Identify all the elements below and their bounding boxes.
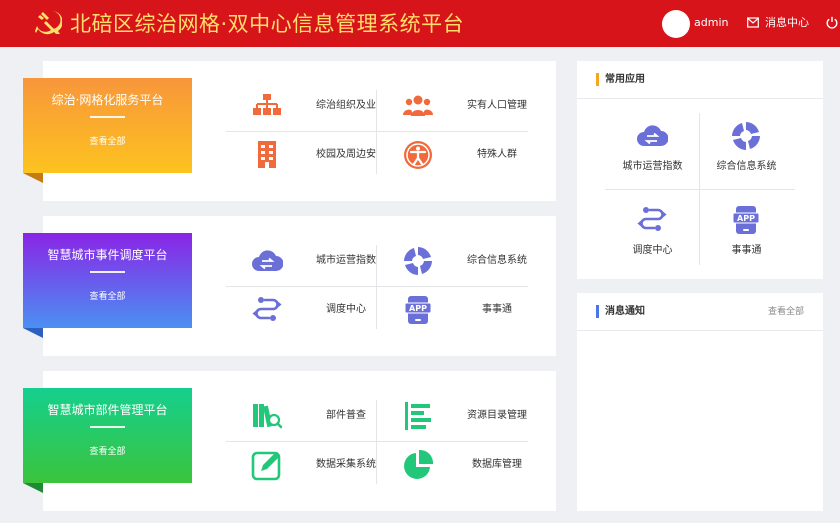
tile-label: 特殊人群 — [477, 149, 517, 160]
ring-segments-icon — [732, 122, 760, 150]
cloud-exchange-icon — [636, 124, 668, 147]
app-dispatch-center[interactable]: 调度中心 — [605, 198, 700, 270]
platform-banner-dispatch[interactable]: 智慧城市事件调度平台 查看全部 — [23, 233, 192, 338]
message-center-link[interactable]: 消息中心 — [765, 15, 809, 31]
common-apps-card: 常用应用 城市运营指数 综合信息系统 调度中心 事事通 — [577, 61, 823, 279]
tile-org[interactable]: 综治组织及业 — [251, 86, 401, 126]
card-header: 消息通知 查看全部 — [577, 293, 823, 331]
tile-label: 事事通 — [482, 304, 512, 315]
view-all-link[interactable]: 查看全部 — [23, 136, 192, 148]
mail-icon[interactable] — [747, 17, 759, 28]
app-info-system[interactable]: 综合信息系统 — [699, 114, 794, 186]
ribbon-fold — [23, 328, 43, 338]
person-circle-icon — [402, 139, 434, 171]
party-emblem-icon — [35, 10, 62, 35]
tile-label: 实有人口管理 — [467, 100, 527, 111]
platform-title: 综治·网格化服务平台 — [51, 93, 164, 107]
tile-label: 校园及周边安 — [316, 149, 376, 160]
tile-city-index[interactable]: 城市运营指数 — [251, 241, 401, 281]
top-header: 北碚区综治网格·双中心信息管理系统平台 admin 消息中心 — [0, 0, 840, 47]
app-label: 事事通 — [731, 245, 762, 256]
tile-info-system[interactable]: 综合信息系统 — [402, 241, 552, 281]
tile-label: 部件普查 — [326, 410, 366, 421]
app-label: 综合信息系统 — [716, 161, 777, 172]
tile-dispatch-center[interactable]: 调度中心 — [251, 290, 401, 330]
tile-label: 资源目录管理 — [467, 410, 527, 421]
ring-segments-icon — [404, 247, 432, 275]
ribbon-fold — [23, 483, 43, 493]
divider — [90, 271, 125, 273]
tile-parts-census[interactable]: 部件普查 — [251, 396, 401, 436]
platform-banner-grid[interactable]: 综治·网格化服务平台 查看全部 — [23, 78, 192, 183]
app-label: 城市运营指数 — [622, 161, 683, 172]
platform-title: 智慧城市事件调度平台 — [47, 248, 168, 262]
tile-label: 综合信息系统 — [467, 255, 527, 266]
app-label: 调度中心 — [632, 245, 673, 256]
tile-label: 数据库管理 — [472, 459, 522, 470]
divider — [226, 441, 528, 442]
tile-resource-catalog[interactable]: 资源目录管理 — [402, 396, 552, 436]
user-name[interactable]: admin — [694, 15, 728, 31]
app-title: 北碚区综治网格·双中心信息管理系统平台 — [70, 12, 465, 36]
notices-card: 消息通知 查看全部 — [577, 293, 823, 511]
divider — [90, 116, 125, 118]
divider — [226, 286, 528, 287]
tile-special-groups[interactable]: 特殊人群 — [402, 135, 552, 175]
tile-campus[interactable]: 校园及周边安 — [251, 135, 401, 175]
card-title: 常用应用 — [605, 74, 645, 85]
avatar[interactable] — [662, 10, 690, 38]
card-title: 消息通知 — [605, 306, 645, 317]
books-search-icon — [251, 402, 283, 429]
app-phone-icon — [404, 295, 432, 325]
tile-label: 数据采集系统 — [316, 459, 376, 470]
divider — [90, 426, 125, 428]
dispatch-icon — [252, 295, 282, 323]
tile-data-collection[interactable]: 数据采集系统 — [251, 445, 401, 485]
dispatch-icon — [637, 205, 667, 233]
app-phone-icon — [732, 205, 760, 235]
cloud-exchange-icon — [251, 249, 283, 272]
building-icon — [258, 141, 276, 168]
tile-label: 综治组织及业 — [316, 100, 376, 111]
divider — [226, 131, 528, 132]
catalog-bars-icon — [405, 402, 431, 430]
platform-title: 智慧城市部件管理平台 — [47, 403, 168, 417]
pie-icon — [404, 449, 434, 479]
platform-banner-parts[interactable]: 智慧城市部件管理平台 查看全部 — [23, 388, 192, 493]
header-accent — [596, 305, 599, 318]
edit-box-icon — [251, 450, 282, 481]
tile-database[interactable]: 数据库管理 — [402, 445, 552, 485]
people-group-icon — [403, 95, 433, 116]
view-all-link[interactable]: 查看全部 — [23, 446, 192, 458]
divider — [605, 189, 795, 190]
view-all-link[interactable]: 查看全部 — [768, 305, 804, 319]
app-city-index[interactable]: 城市运营指数 — [605, 114, 700, 186]
power-icon[interactable] — [826, 16, 838, 29]
tile-label: 调度中心 — [326, 304, 366, 315]
tile-population[interactable]: 实有人口管理 — [402, 86, 552, 126]
view-all-link[interactable]: 查看全部 — [23, 291, 192, 303]
tile-shishitong[interactable]: 事事通 — [402, 290, 552, 330]
org-chart-icon — [252, 93, 282, 116]
ribbon-fold — [23, 173, 43, 183]
app-shishitong[interactable]: 事事通 — [699, 198, 794, 270]
header-accent — [596, 73, 599, 86]
tile-label: 城市运营指数 — [316, 255, 376, 266]
card-header: 常用应用 — [577, 61, 823, 99]
